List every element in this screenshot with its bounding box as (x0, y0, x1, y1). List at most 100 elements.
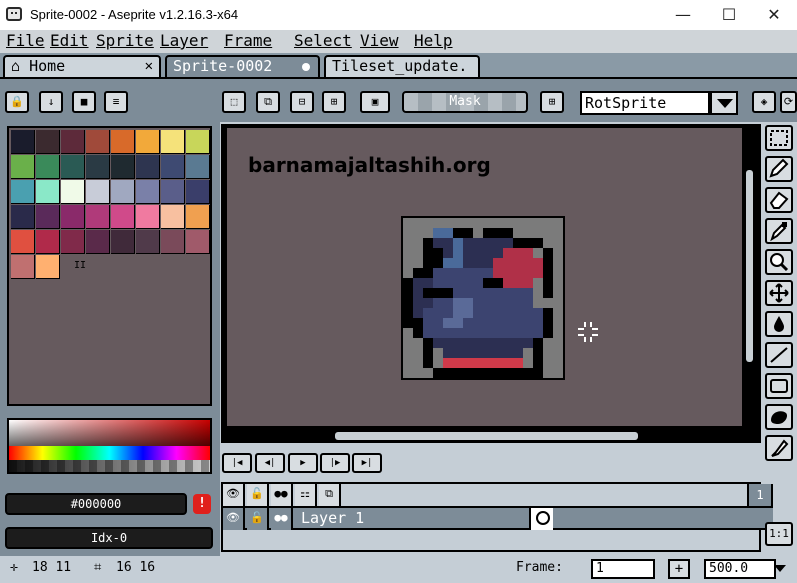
tab-tileset-update[interactable]: Tileset_update. (324, 55, 480, 77)
horizontal-scrollbar[interactable] (335, 432, 638, 440)
lock-icon[interactable]: 🔒 (5, 91, 29, 113)
palette-swatch[interactable] (161, 180, 185, 204)
palette-swatch[interactable] (136, 205, 160, 229)
previous-frame-button[interactable]: ◀| (255, 453, 285, 473)
palette-swatch[interactable] (11, 130, 35, 154)
selection-add-icon[interactable]: ⧉ (256, 91, 280, 113)
menu-view[interactable]: View (360, 31, 399, 50)
layer-name[interactable]: Layer 1 (297, 508, 529, 530)
palette-swatch[interactable] (11, 155, 35, 179)
alpha-slider[interactable] (9, 460, 210, 472)
eye-icon[interactable]: 👁 (223, 484, 245, 506)
palette-swatch[interactable] (86, 155, 110, 179)
palette-swatch[interactable] (136, 130, 160, 154)
hue-slider[interactable] (9, 446, 210, 460)
blur-tool[interactable] (765, 435, 793, 461)
zoom-tool[interactable] (765, 249, 793, 275)
move-tool[interactable] (765, 280, 793, 306)
palette-swatch[interactable] (186, 180, 210, 204)
layer-row[interactable]: 👁 🔓 ●● Layer 1 (223, 506, 773, 530)
palette-swatch[interactable] (11, 180, 35, 204)
tab-home[interactable]: ⌂ Home ✕ (3, 55, 161, 77)
foreground-color-button[interactable]: #000000 (5, 493, 187, 515)
menu-edit[interactable]: Edit (50, 31, 89, 50)
selection-intersect-icon[interactable]: ⊞ (322, 91, 346, 113)
palette-swatch[interactable] (186, 230, 210, 254)
zoom-ratio-button[interactable]: 1:1 (765, 522, 793, 546)
palette-swatch[interactable] (186, 155, 210, 179)
palette-swatch[interactable] (111, 180, 135, 204)
play-button[interactable]: ▶ (288, 453, 318, 473)
palette-swatch[interactable] (111, 230, 135, 254)
palette-swatch[interactable] (61, 130, 85, 154)
paint-bucket-tool[interactable] (765, 311, 793, 337)
padlock-icon[interactable]: 🔓 (247, 484, 269, 506)
layer-lock-icon[interactable]: 🔓 (247, 508, 269, 530)
transparent-color-icon[interactable]: ▣ (360, 91, 390, 113)
palette-swatch[interactable] (11, 205, 35, 229)
palette-swatch[interactable] (186, 205, 210, 229)
eraser-tool[interactable] (765, 187, 793, 213)
layer-continuous-icon[interactable]: ●● (271, 508, 293, 530)
palette-resize-handle[interactable]: II (74, 260, 86, 271)
vertical-scrollbar[interactable] (746, 170, 753, 362)
chevron-down-icon[interactable] (710, 91, 738, 115)
rectangle-tool[interactable] (765, 373, 793, 399)
palette-swatch[interactable] (186, 130, 210, 154)
pencil-tool[interactable] (765, 156, 793, 182)
next-frame-button[interactable]: |▶ (320, 453, 350, 473)
maximize-button[interactable]: ☐ (706, 0, 752, 30)
new-frame-button[interactable]: + (668, 559, 690, 579)
selection-subtract-icon[interactable]: ⊟ (290, 91, 314, 113)
last-frame-button[interactable]: ▶| (352, 453, 382, 473)
saturation-value-selector[interactable] (9, 420, 210, 446)
color-spectrum[interactable] (7, 418, 212, 474)
palette-swatch[interactable] (136, 155, 160, 179)
zoom-input[interactable]: 500.0 (704, 559, 776, 579)
palette-swatch[interactable] (111, 130, 135, 154)
menu-help[interactable]: Help (414, 31, 453, 50)
contour-tool[interactable] (765, 404, 793, 430)
palette-swatch[interactable] (36, 205, 60, 229)
palette-swatch[interactable] (61, 205, 85, 229)
palette-swatch[interactable] (136, 230, 160, 254)
palette-swatch[interactable] (36, 180, 60, 204)
drop-pixels-icon[interactable]: ◈ (752, 91, 776, 113)
menu-layer[interactable]: Layer (160, 31, 208, 50)
minimize-button[interactable]: — (660, 0, 706, 30)
menu-sprite[interactable]: Sprite (96, 31, 154, 50)
eyedropper-tool[interactable] (765, 218, 793, 244)
palette-swatch[interactable] (36, 155, 60, 179)
onion-skin-icon[interactable]: ●● (271, 484, 293, 506)
pivot-grid-icon[interactable]: ⊞ (540, 91, 564, 113)
palette-swatch[interactable] (161, 205, 185, 229)
warning-icon[interactable]: ! (193, 494, 211, 514)
palette-swatch[interactable] (36, 255, 60, 279)
sprite-image[interactable] (401, 216, 565, 380)
selection-replace-icon[interactable]: ⬚ (222, 91, 246, 113)
palette-swatch[interactable] (61, 230, 85, 254)
palette-swatch[interactable] (36, 130, 60, 154)
palette-swatch[interactable] (111, 155, 135, 179)
palette-swatch[interactable] (11, 230, 35, 254)
mask-color-button[interactable]: Mask (402, 91, 528, 113)
cel[interactable] (529, 508, 553, 530)
line-tool[interactable] (765, 342, 793, 368)
palette-swatch[interactable] (11, 255, 35, 279)
palette-swatch[interactable] (161, 230, 185, 254)
palette-swatch[interactable] (61, 155, 85, 179)
square-icon[interactable]: ■ (72, 91, 96, 113)
palette-swatch[interactable] (86, 130, 110, 154)
hamburger-menu-icon[interactable]: ≡ (104, 91, 128, 113)
rectangular-marquee-tool[interactable] (765, 125, 793, 151)
first-frame-button[interactable]: |◀ (222, 453, 252, 473)
background-color-button[interactable]: Idx-0 (5, 527, 213, 549)
rotate-icon[interactable]: ⟳ (780, 91, 797, 113)
layer-options-icon[interactable]: ⧉ (319, 484, 341, 506)
menu-file[interactable]: File (6, 31, 45, 50)
menu-frame[interactable]: Frame (224, 31, 272, 50)
arrow-down-icon[interactable]: ↓ (39, 91, 63, 113)
link-cels-icon[interactable]: ⚏ (295, 484, 317, 506)
close-window-button[interactable]: ✕ (751, 0, 797, 30)
palette-swatch[interactable] (136, 180, 160, 204)
